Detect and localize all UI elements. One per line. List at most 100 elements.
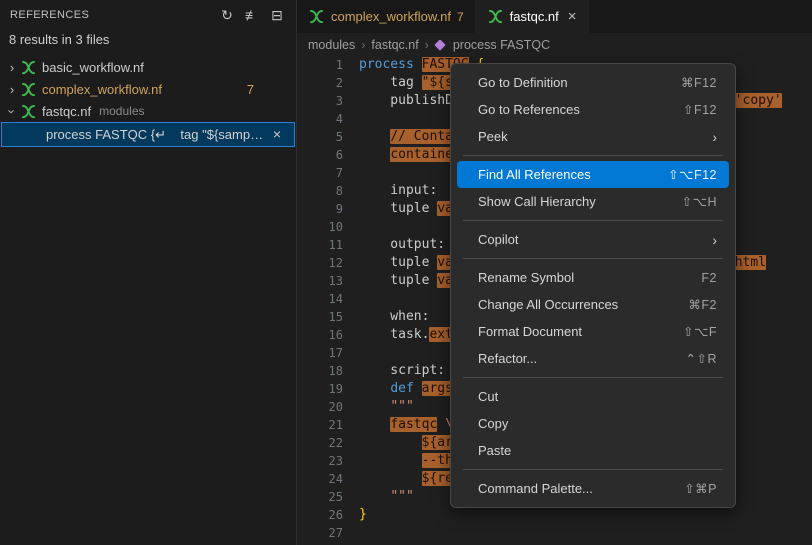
line-number[interactable]: 7 xyxy=(297,164,357,182)
line-number[interactable]: 18 xyxy=(297,362,357,380)
code-segment: } xyxy=(359,507,367,522)
line-number[interactable]: 10 xyxy=(297,218,357,236)
menu-item-rename-symbol[interactable]: Rename Symbol F2 xyxy=(451,264,735,291)
menu-item-label: Refactor... xyxy=(478,351,537,366)
line-number[interactable]: 14 xyxy=(297,290,357,308)
menu-shortcut: ⌘F12 xyxy=(681,75,717,90)
line-number[interactable]: 20 xyxy=(297,398,357,416)
breadcrumb-item-fastqc-nf[interactable]: fastqc.nf xyxy=(371,38,418,52)
code-segment: 'copy' xyxy=(735,93,782,108)
file-label: basic_workflow.nf xyxy=(42,60,144,75)
menu-item-label: Go to Definition xyxy=(478,75,568,90)
reference-result[interactable]: process FASTQC {↵ tag "${samp… × xyxy=(1,122,295,147)
results-summary: 8 results in 3 files xyxy=(0,30,296,56)
line-number[interactable]: 12 xyxy=(297,254,357,272)
nextflow-icon xyxy=(20,103,37,119)
menu-item-label: Command Palette... xyxy=(478,481,593,496)
code-segment: def xyxy=(390,381,421,396)
code-segment xyxy=(359,471,422,486)
refresh-icon[interactable]: ↻ xyxy=(218,6,236,24)
menu-separator xyxy=(463,155,723,156)
problems-badge: 7 xyxy=(247,82,254,97)
menu-item-refactor[interactable]: Refactor...⌃⇧R xyxy=(451,345,735,372)
menu-item-label: Go to References xyxy=(478,102,580,117)
menu-separator xyxy=(463,469,723,470)
menu-item-paste[interactable]: Paste xyxy=(451,437,735,464)
dismiss-reference-icon[interactable]: × xyxy=(273,126,281,142)
line-number[interactable]: 13 xyxy=(297,272,357,290)
menu-item-copilot[interactable]: Copilot› xyxy=(451,226,735,253)
breadcrumb-item-process-fastqc[interactable]: process FASTQC xyxy=(453,38,550,52)
code-segment xyxy=(359,399,390,414)
line-number[interactable]: 1 xyxy=(297,56,357,74)
line-number[interactable]: 15 xyxy=(297,308,357,326)
code-segment xyxy=(359,453,422,468)
breadcrumb-item-modules[interactable]: modules xyxy=(308,38,355,52)
chevron-right-icon[interactable]: › xyxy=(4,82,20,97)
line-number[interactable]: 27 xyxy=(297,524,357,542)
line-number[interactable]: 9 xyxy=(297,200,357,218)
line-number[interactable]: 24 xyxy=(297,470,357,488)
collapse-all-icon[interactable]: ⊟ xyxy=(268,6,286,24)
clear-all-icon[interactable]: ≢ xyxy=(243,6,261,24)
code-text: } xyxy=(359,506,367,524)
chevron-right-icon[interactable]: › xyxy=(4,60,20,75)
line-number[interactable]: 6 xyxy=(297,146,357,164)
line-number[interactable]: 5 xyxy=(297,128,357,146)
submenu-arrow-icon: › xyxy=(712,129,717,145)
line-number[interactable]: 26 xyxy=(297,506,357,524)
menu-item-go-to-references[interactable]: Go to References ⇧F12 xyxy=(451,96,735,123)
line-number[interactable]: 3 xyxy=(297,92,357,110)
tree-item-basic-workflow-nf[interactable]: › basic_workflow.nf xyxy=(0,56,296,78)
menu-item-show-call-hierarchy[interactable]: Show Call Hierarchy⇧⌥H xyxy=(451,188,735,215)
line-number[interactable]: 8 xyxy=(297,182,357,200)
line-number[interactable]: 23 xyxy=(297,452,357,470)
menu-item-peek[interactable]: Peek› xyxy=(451,123,735,150)
menu-item-label: Format Document xyxy=(478,324,582,339)
menu-item-find-all-references[interactable]: Find All References⇧⌥F12 xyxy=(457,161,729,188)
line-number[interactable]: 17 xyxy=(297,344,357,362)
close-tab-icon[interactable]: × xyxy=(568,8,577,25)
tree-item-fastqc-nf[interactable]: › fastqc.nf modules xyxy=(0,100,296,122)
menu-item-cut[interactable]: Cut xyxy=(451,383,735,410)
code-segment xyxy=(359,417,390,432)
references-tree: ›basic_workflow.nf›complex_workflow.nf7›… xyxy=(0,56,296,147)
code-text: """ xyxy=(359,398,414,416)
menu-item-command-palette[interactable]: Command Palette...⇧⌘P xyxy=(451,475,735,502)
tree-item-complex-workflow-nf[interactable]: ›complex_workflow.nf7 xyxy=(0,78,296,100)
code-line[interactable]: 26} xyxy=(297,506,812,524)
line-number[interactable]: 11 xyxy=(297,236,357,254)
menu-item-go-to-definition[interactable]: Go to Definition ⌘F12 xyxy=(451,69,735,96)
menu-separator xyxy=(463,220,723,221)
breadcrumb-separator: › xyxy=(425,38,429,52)
line-number[interactable]: 19 xyxy=(297,380,357,398)
line-number[interactable]: 2 xyxy=(297,74,357,92)
menu-item-label: Rename Symbol xyxy=(478,270,574,285)
tab-fastqc-nf[interactable]: fastqc.nf× xyxy=(476,0,589,33)
line-number[interactable]: 25 xyxy=(297,488,357,506)
code-segment xyxy=(359,435,422,450)
menu-item-label: Copilot xyxy=(478,232,518,247)
file-label: fastqc.nf xyxy=(42,104,91,119)
code-line[interactable]: 27 xyxy=(297,524,812,542)
nextflow-icon xyxy=(487,9,504,25)
line-number[interactable]: 22 xyxy=(297,434,357,452)
line-number[interactable]: 4 xyxy=(297,110,357,128)
tab-complex-workflow-nf[interactable]: complex_workflow.nf7 xyxy=(297,0,476,33)
code-text: output: xyxy=(359,236,445,254)
chevron-down-icon[interactable]: › xyxy=(5,103,20,119)
code-segment xyxy=(359,129,390,144)
line-number[interactable]: 21 xyxy=(297,416,357,434)
reference-text: process FASTQC {↵ tag "${samp… xyxy=(46,127,263,143)
menu-item-change-all-occurrences[interactable]: Change All Occurrences⌘F2 xyxy=(451,291,735,318)
references-panel: REFERENCES ↻≢⊟ 8 results in 3 files ›bas… xyxy=(0,0,297,545)
menu-item-format-document[interactable]: Format Document⇧⌥F xyxy=(451,318,735,345)
menu-shortcut: F2 xyxy=(701,271,717,285)
menu-item-copy[interactable]: Copy xyxy=(451,410,735,437)
menu-shortcut: ⇧F12 xyxy=(683,102,717,117)
tab-problems-badge: 7 xyxy=(457,10,464,24)
breadcrumb-separator: › xyxy=(361,38,365,52)
file-description: modules xyxy=(99,104,144,118)
line-number[interactable]: 16 xyxy=(297,326,357,344)
menu-item-label: Change All Occurrences xyxy=(478,297,618,312)
